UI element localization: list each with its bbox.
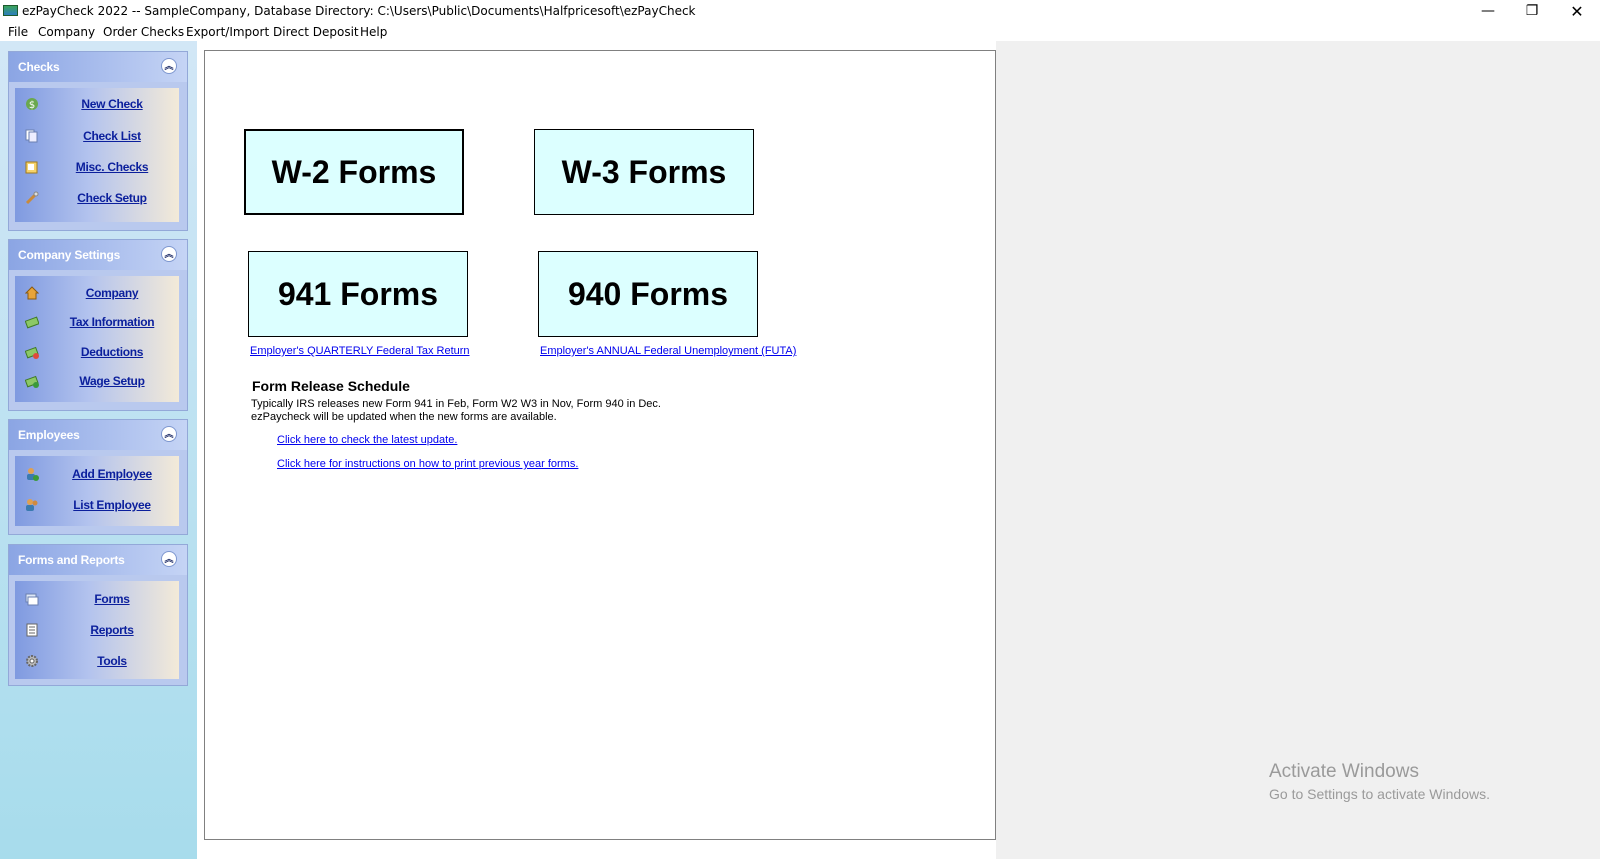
sidebar-item-label[interactable]: Deductions (37, 345, 187, 359)
group-title: Checks (18, 60, 60, 74)
sidebar-item-company[interactable]: Company (15, 283, 179, 305)
group-header-employees[interactable]: Employees ︽ (9, 420, 187, 450)
menu-file[interactable]: File (8, 25, 28, 39)
schedule-line-2: ezPaycheck will be updated when the new … (251, 411, 557, 423)
sidebar-item-reports[interactable]: Reports (15, 620, 179, 642)
sidebar-item-tax-information[interactable]: Tax Information (15, 312, 179, 334)
sidebar-item-label[interactable]: List Employee (37, 498, 187, 512)
app-icon (3, 5, 18, 16)
941-forms-button[interactable]: 941 Forms (248, 251, 468, 337)
sidebar-item-new-check[interactable]: $ New Check (15, 94, 179, 116)
menu-export-import[interactable]: Export/Import (186, 25, 269, 39)
group-body: $ New Check Check List Misc. Checks Chec… (15, 88, 179, 222)
group-title: Forms and Reports (18, 553, 125, 567)
collapse-icon[interactable]: ︽ (161, 426, 177, 442)
schedule-title: Form Release Schedule (252, 378, 410, 394)
annual-futa-link[interactable]: Employer's ANNUAL Federal Unemployment (… (540, 345, 796, 357)
sidebar-item-label[interactable]: New Check (37, 97, 187, 111)
sidebar-group-forms-and-reports: Forms and Reports ︽ Forms Reports Tools (8, 544, 188, 686)
group-body: Add Employee List Employee (15, 456, 179, 526)
group-body: Company Tax Information Deductions Wage … (15, 276, 179, 402)
close-button[interactable]: ✕ (1555, 0, 1599, 22)
sidebar-item-label[interactable]: Add Employee (37, 467, 187, 481)
w3-forms-button[interactable]: W-3 Forms (534, 129, 754, 215)
sidebar-item-label[interactable]: Check Setup (37, 191, 187, 205)
sidebar-item-wage-setup[interactable]: Wage Setup (15, 371, 179, 393)
sidebar-item-list-employee[interactable]: List Employee (15, 495, 179, 517)
sidebar-item-label[interactable]: Misc. Checks (37, 160, 187, 174)
sidebar-item-deductions[interactable]: Deductions (15, 342, 179, 364)
sidebar-item-misc-checks[interactable]: Misc. Checks (15, 157, 179, 179)
sidebar-group-employees: Employees ︽ Add Employee List Employee (8, 419, 188, 535)
sidebar-item-add-employee[interactable]: Add Employee (15, 464, 179, 486)
sidebar-item-label[interactable]: Forms (37, 592, 187, 606)
activate-windows-subtitle: Go to Settings to activate Windows. (1269, 786, 1490, 802)
menu-direct-deposit[interactable]: Direct Deposit (273, 25, 359, 39)
sidebar-item-check-list[interactable]: Check List (15, 126, 179, 148)
restore-button[interactable]: ❐ (1510, 0, 1554, 22)
sidebar-group-checks: Checks ︽ $ New Check Check List Misc. Ch… (8, 51, 188, 231)
sidebar-item-forms[interactable]: Forms (15, 589, 179, 611)
quarterly-tax-return-link[interactable]: Employer's QUARTERLY Federal Tax Return (250, 345, 470, 357)
sidebar-item-label[interactable]: Check List (37, 129, 187, 143)
w2-forms-button[interactable]: W-2 Forms (244, 129, 464, 215)
940-forms-button[interactable]: 940 Forms (538, 251, 758, 337)
sidebar-item-label[interactable]: Tax Information (37, 315, 187, 329)
sidebar-item-label[interactable]: Wage Setup (37, 374, 187, 388)
collapse-icon[interactable]: ︽ (161, 58, 177, 74)
menu-order-checks[interactable]: Order Checks (103, 25, 184, 39)
sidebar-item-tools[interactable]: Tools (15, 651, 179, 673)
collapse-icon[interactable]: ︽ (161, 246, 177, 262)
collapse-icon[interactable]: ︽ (161, 551, 177, 567)
schedule-line-1: Typically IRS releases new Form 941 in F… (251, 398, 661, 410)
menu-help[interactable]: Help (360, 25, 387, 39)
activate-windows-title: Activate Windows (1269, 761, 1419, 782)
group-title: Employees (18, 428, 80, 442)
window-title: ezPayCheck 2022 -- SampleCompany, Databa… (22, 4, 696, 18)
sidebar-item-label[interactable]: Company (37, 286, 187, 300)
group-body: Forms Reports Tools (15, 581, 179, 679)
group-header-checks[interactable]: Checks ︽ (9, 52, 187, 82)
group-header-company-settings[interactable]: Company Settings ︽ (9, 240, 187, 270)
workspace-background (996, 41, 1600, 859)
sidebar-group-company-settings: Company Settings ︽ Company Tax Informati… (8, 239, 188, 411)
check-update-link[interactable]: Click here to check the latest update. (277, 434, 457, 446)
title-bar: ezPayCheck 2022 -- SampleCompany, Databa… (0, 0, 1600, 22)
svg-text:$: $ (29, 100, 35, 111)
minimize-button[interactable]: — (1466, 0, 1510, 22)
sidebar-item-label[interactable]: Tools (37, 654, 187, 668)
sidebar-item-label[interactable]: Reports (37, 623, 187, 637)
print-previous-year-link[interactable]: Click here for instructions on how to pr… (277, 458, 578, 470)
sidebar: Checks ︽ $ New Check Check List Misc. Ch… (0, 41, 197, 859)
menu-bar: File Company Order Checks Export/Import … (0, 22, 1600, 41)
menu-company[interactable]: Company (38, 25, 95, 39)
group-title: Company Settings (18, 248, 121, 262)
sidebar-item-check-setup[interactable]: Check Setup (15, 188, 179, 210)
group-header-forms-and-reports[interactable]: Forms and Reports ︽ (9, 545, 187, 575)
